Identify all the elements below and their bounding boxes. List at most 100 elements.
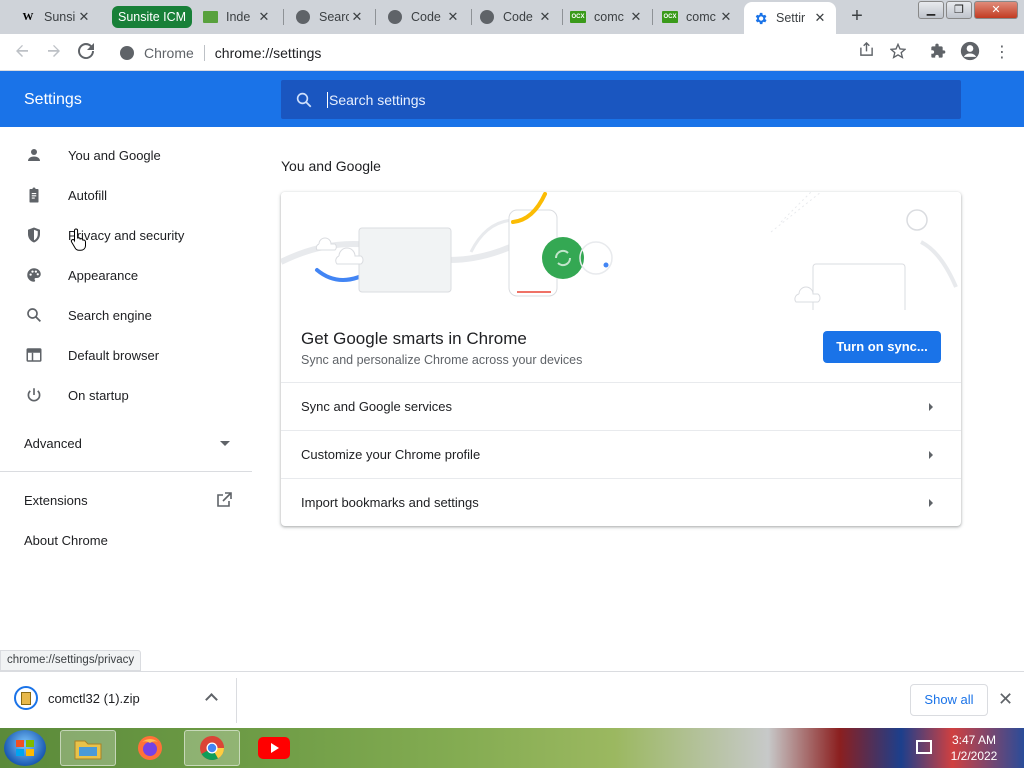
turn-on-sync-button[interactable]: Turn on sync... xyxy=(823,331,941,363)
settings-header: Settings xyxy=(0,71,1024,127)
ocx-icon: OCX xyxy=(570,9,586,25)
windows-taskbar: 3:47 AM 1/2/2022 xyxy=(0,728,1024,768)
palette-icon xyxy=(24,265,44,285)
browser-tab-active[interactable]: Settir ✕ xyxy=(744,2,836,34)
sidebar-item-search-engine[interactable]: Search engine xyxy=(0,295,252,335)
tab-title: Code xyxy=(411,10,441,24)
taskbar-firefox[interactable] xyxy=(122,730,178,766)
new-tab-button[interactable]: + xyxy=(846,5,868,27)
taskbar-explorer[interactable] xyxy=(60,730,116,766)
windows-logo-icon xyxy=(16,740,34,756)
browser-tab[interactable]: Code ✕ xyxy=(471,2,561,32)
promo-subtitle: Sync and personalize Chrome across your … xyxy=(301,353,583,367)
close-tab-icon[interactable]: ✕ xyxy=(349,9,365,25)
firefox-icon xyxy=(138,736,162,760)
globe-icon xyxy=(479,9,495,25)
sidebar-item-extensions[interactable]: Extensions xyxy=(24,493,88,508)
settings-search-box[interactable] xyxy=(281,80,961,119)
chevron-right-icon xyxy=(929,403,933,411)
share-icon[interactable] xyxy=(854,41,878,65)
taskbar-youtube[interactable] xyxy=(246,730,302,766)
chrome-logo-icon xyxy=(120,45,134,60)
sidebar-item-label: Default browser xyxy=(68,347,160,363)
wikipedia-icon: W xyxy=(22,11,34,23)
browser-tab[interactable]: OCX comc ✕ xyxy=(562,2,652,32)
browser-tab[interactable]: Inde ✕ xyxy=(194,2,280,32)
chevron-right-icon xyxy=(929,451,933,459)
person-icon xyxy=(24,145,44,165)
close-tab-icon[interactable]: ✕ xyxy=(718,9,734,25)
chevron-right-icon xyxy=(929,499,933,507)
address-bar[interactable]: Chrome chrome://settings xyxy=(108,38,916,67)
close-tab-icon[interactable]: ✕ xyxy=(256,9,272,25)
sidebar-item-default-browser[interactable]: Default browser xyxy=(0,335,252,375)
tab-separator xyxy=(283,9,284,25)
maximize-button[interactable]: ❐ xyxy=(946,1,972,19)
extensions-puzzle-icon[interactable] xyxy=(926,41,950,65)
link-status-bubble: chrome://settings/privacy xyxy=(0,650,142,671)
profile-avatar-icon[interactable] xyxy=(958,41,982,65)
page-title: Settings xyxy=(24,91,82,108)
power-icon xyxy=(24,385,44,405)
sidebar-item-on-startup[interactable]: On startup xyxy=(0,375,252,415)
shelf-divider xyxy=(236,678,237,723)
reload-button[interactable] xyxy=(74,41,98,65)
close-icon[interactable]: ✕ xyxy=(998,689,1013,709)
row-label: Customize your Chrome profile xyxy=(301,447,481,462)
close-tab-icon[interactable]: ✕ xyxy=(812,10,828,26)
taskbar-clock[interactable]: 3:47 AM 1/2/2022 xyxy=(936,732,1012,764)
close-tab-icon[interactable]: ✕ xyxy=(76,9,92,25)
tab-group-chip[interactable]: Sunsite ICM xyxy=(112,6,193,28)
row-sync-google-services[interactable]: Sync and Google services xyxy=(281,382,961,430)
search-input[interactable] xyxy=(329,91,929,108)
back-button[interactable] xyxy=(10,41,34,65)
sidebar-item-you-and-google[interactable]: You and Google xyxy=(0,135,252,175)
browser-icon xyxy=(24,345,44,365)
sidebar-divider xyxy=(0,471,252,472)
chevron-up-icon[interactable] xyxy=(205,693,218,706)
close-tab-icon[interactable]: ✕ xyxy=(445,9,461,25)
tab-title: Code xyxy=(503,10,533,24)
sidebar-item-autofill[interactable]: Autofill xyxy=(0,175,252,215)
tab-strip: W Sunsi ✕ Sunsite ICM Inde ✕ Searc ✕ Cod… xyxy=(0,0,1024,34)
network-icon[interactable] xyxy=(916,740,932,754)
bookmark-star-icon[interactable] xyxy=(886,41,910,65)
forward-button[interactable] xyxy=(42,41,66,65)
browser-tab[interactable]: OCX comc ✕ xyxy=(654,2,742,32)
tab-title: Inde xyxy=(226,10,251,24)
download-filename: comctl32 (1).zip xyxy=(48,690,140,706)
sidebar-item-label: Appearance xyxy=(68,267,139,283)
advanced-label: Advanced xyxy=(24,436,82,451)
sidebar-item-about-chrome[interactable]: About Chrome xyxy=(24,533,108,548)
chevron-down-icon xyxy=(220,441,230,446)
taskbar-chrome[interactable] xyxy=(184,730,240,766)
menu-dots-icon[interactable]: ⋮ xyxy=(990,41,1014,65)
sidebar-item-appearance[interactable]: Appearance xyxy=(0,255,252,295)
you-and-google-card: Get Google smarts in Chrome Sync and per… xyxy=(281,192,961,526)
search-icon xyxy=(24,305,44,325)
close-tab-icon[interactable]: ✕ xyxy=(537,9,553,25)
sidebar-item-privacy[interactable]: Privacy and security xyxy=(0,215,252,255)
browser-tab[interactable]: Code ✕ xyxy=(379,2,469,32)
download-item[interactable]: comctl32 (1).zip xyxy=(14,686,140,710)
window-controls: ▁ ❐ ✕ xyxy=(918,1,1018,19)
tab-title: comc xyxy=(686,10,716,24)
tab-separator xyxy=(652,9,653,25)
row-customize-profile[interactable]: Customize your Chrome profile xyxy=(281,430,961,478)
youtube-icon xyxy=(258,737,290,759)
shield-icon xyxy=(24,225,44,245)
start-button[interactable] xyxy=(4,730,46,766)
row-import-bookmarks[interactable]: Import bookmarks and settings xyxy=(281,478,961,526)
show-all-button[interactable]: Show all xyxy=(910,684,988,716)
browser-tab[interactable]: Searc ✕ xyxy=(287,2,373,32)
sidebar-advanced-toggle[interactable]: Advanced xyxy=(24,436,236,451)
close-tab-icon[interactable]: ✕ xyxy=(628,9,644,25)
section-title: You and Google xyxy=(281,158,381,174)
external-link-icon[interactable] xyxy=(216,492,232,508)
download-shelf: comctl32 (1).zip Show all ✕ xyxy=(0,671,1024,728)
close-window-button[interactable]: ✕ xyxy=(974,1,1018,19)
url-text[interactable]: chrome://settings xyxy=(215,45,322,61)
minimize-button[interactable]: ▁ xyxy=(918,1,944,19)
sidebar-item-label: Autofill xyxy=(68,187,108,203)
browser-tab[interactable]: W Sunsi ✕ xyxy=(12,2,100,32)
